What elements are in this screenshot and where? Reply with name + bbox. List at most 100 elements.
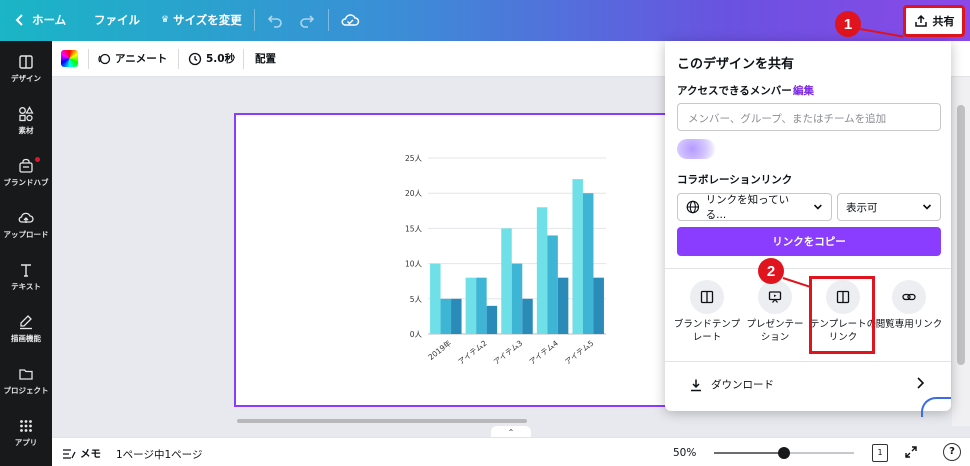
bar-chart[interactable]: 0人 5人 10人 15人 20人 25人 2019年 アイテム2 アイテム3 アイテム4 アイテム… bbox=[236, 115, 705, 405]
chart-bar bbox=[572, 179, 583, 334]
sidebar-item-projects[interactable]: プロジェクト bbox=[0, 355, 52, 407]
page-indicator: 1ページ中1ページ bbox=[116, 449, 203, 461]
chart-bar bbox=[536, 207, 548, 334]
collaboration-link-label: コラボレーションリンク bbox=[677, 174, 793, 186]
brand-template-icon bbox=[700, 290, 714, 304]
sidebar-item-text[interactable]: テキスト bbox=[0, 251, 52, 303]
page-count-button[interactable]: 1 bbox=[872, 444, 888, 462]
link-scope-select[interactable]: リンクを知っている... bbox=[677, 193, 832, 221]
resize-label: サイズを変更 bbox=[173, 13, 242, 27]
x-tick-label: 2019年 bbox=[426, 337, 454, 362]
resize-button[interactable]: ♛ サイズを変更 bbox=[161, 12, 242, 28]
share-button[interactable]: 共有 bbox=[903, 5, 965, 37]
cloud-upload-icon bbox=[18, 212, 34, 223]
assistant-button[interactable] bbox=[921, 397, 951, 417]
clock-icon bbox=[188, 52, 202, 65]
zoom-slider[interactable] bbox=[714, 447, 854, 459]
toolbar-divider bbox=[178, 49, 179, 69]
sidebar-item-elements[interactable]: 素材 bbox=[0, 95, 52, 147]
undo-button[interactable] bbox=[266, 11, 284, 32]
globe-icon bbox=[686, 200, 700, 214]
scrollbar-thumb[interactable] bbox=[957, 105, 965, 365]
copy-link-button[interactable]: リンクをコピー bbox=[677, 227, 941, 256]
bottom-bar: メモ 1ページ中1ページ 50% 1 ? bbox=[52, 437, 970, 466]
option-label: ブランドテンプ レート bbox=[673, 319, 741, 343]
option-label: 閲覧専用リンク bbox=[875, 319, 943, 330]
horizontal-scrollbar[interactable] bbox=[62, 418, 662, 424]
design-page[interactable]: 0人 5人 10人 15人 20人 25人 2019年 アイテム2 アイテム3 アイテム4 アイテム… bbox=[234, 113, 707, 407]
file-label: ファイル bbox=[94, 13, 140, 27]
divider bbox=[665, 361, 951, 362]
chart-bar bbox=[430, 263, 441, 334]
notification-dot bbox=[35, 157, 40, 162]
share-option-presentation[interactable]: プレゼンテー ション bbox=[741, 280, 809, 345]
undo-icon bbox=[267, 15, 282, 28]
share-option-brand-template[interactable]: ブランドテンプ レート bbox=[673, 280, 741, 345]
position-label: 配置 bbox=[255, 53, 276, 65]
fullscreen-button[interactable] bbox=[904, 445, 918, 462]
chart-bar bbox=[557, 277, 569, 334]
sidebar-item-uploads[interactable]: アップロード bbox=[0, 199, 52, 251]
y-tick-label: 0人 bbox=[410, 330, 423, 339]
zoom-slider-knob[interactable] bbox=[778, 447, 790, 459]
animate-button[interactable]: アニメート bbox=[97, 51, 167, 66]
chevron-down-icon bbox=[922, 204, 932, 210]
link-permission-value: 表示可 bbox=[846, 201, 878, 214]
home-button[interactable]: ホーム bbox=[14, 12, 66, 28]
edit-members-link[interactable]: 編集 bbox=[793, 83, 814, 98]
sidebar-item-label: テキスト bbox=[11, 282, 41, 291]
scrollbar-thumb[interactable] bbox=[237, 419, 527, 423]
sidebar-item-brand-hub[interactable]: ブランドハブ bbox=[0, 147, 52, 199]
y-tick-label: 20人 bbox=[405, 189, 423, 198]
chevron-right-icon bbox=[917, 377, 925, 389]
sidebar-item-label: プロジェクト bbox=[3, 386, 49, 395]
option-icon-circle bbox=[892, 280, 926, 314]
share-label: 共有 bbox=[932, 15, 955, 28]
sidebar-item-design[interactable]: デザイン bbox=[0, 43, 52, 95]
color-swatch-button[interactable] bbox=[61, 50, 78, 67]
folder-icon bbox=[19, 369, 33, 380]
text-icon bbox=[21, 264, 31, 277]
chart-bar bbox=[486, 305, 498, 334]
link-scope-value: リンクを知っている... bbox=[705, 194, 790, 221]
option-label: プレゼンテー ション bbox=[746, 319, 804, 343]
sidebar-item-label: アプリ bbox=[14, 438, 38, 447]
add-members-input[interactable]: メンバー、グループ、またはチームを追加 bbox=[677, 103, 941, 131]
y-tick-label: 25人 bbox=[405, 154, 423, 163]
vertical-scrollbar[interactable] bbox=[952, 77, 970, 426]
annotation-marker-2: 2 bbox=[758, 258, 784, 284]
apps-icon bbox=[20, 420, 32, 432]
zoom-level: 50% bbox=[673, 447, 697, 459]
notes-button[interactable]: メモ bbox=[62, 446, 101, 461]
toolbar-divider bbox=[243, 49, 244, 69]
share-panel-title: このデザインを共有 bbox=[677, 57, 795, 72]
duration-button[interactable]: 5.0秒 bbox=[188, 51, 235, 66]
option-icon-circle bbox=[758, 280, 792, 314]
save-status-button[interactable] bbox=[340, 11, 360, 32]
sidebar-item-apps[interactable]: アプリ bbox=[0, 407, 52, 459]
upload-share-icon bbox=[914, 14, 927, 27]
toolbar-divider bbox=[328, 9, 329, 31]
position-button[interactable]: 配置 bbox=[255, 51, 276, 66]
avatar bbox=[677, 139, 715, 159]
sidebar-item-label: 素材 bbox=[18, 126, 34, 135]
sidebar-item-draw[interactable]: 描画機能 bbox=[0, 303, 52, 355]
download-button[interactable]: ダウンロード bbox=[689, 377, 774, 392]
y-tick-label: 15人 bbox=[405, 224, 423, 233]
option-icon-circle bbox=[690, 280, 724, 314]
file-menu-button[interactable]: ファイル bbox=[94, 12, 140, 28]
chart-bar bbox=[476, 277, 487, 334]
sidebar-item-label: アップロード bbox=[3, 230, 49, 239]
chart-bar bbox=[547, 235, 558, 334]
x-tick-label: アイテム3 bbox=[492, 338, 525, 366]
share-option-view-only-link[interactable]: 閲覧専用リンク bbox=[875, 280, 943, 332]
cloud-check-icon bbox=[341, 14, 360, 26]
chart-bar bbox=[582, 193, 594, 334]
x-tick-label: アイテム2 bbox=[456, 338, 489, 366]
help-button[interactable]: ? bbox=[943, 443, 961, 461]
link-icon bbox=[902, 293, 916, 301]
redo-button[interactable] bbox=[298, 11, 316, 32]
link-permission-select[interactable]: 表示可 bbox=[837, 193, 941, 221]
home-label: ホーム bbox=[32, 13, 67, 27]
top-bar: ホーム ファイル ♛ サイズを変更 共有 bbox=[0, 0, 970, 41]
